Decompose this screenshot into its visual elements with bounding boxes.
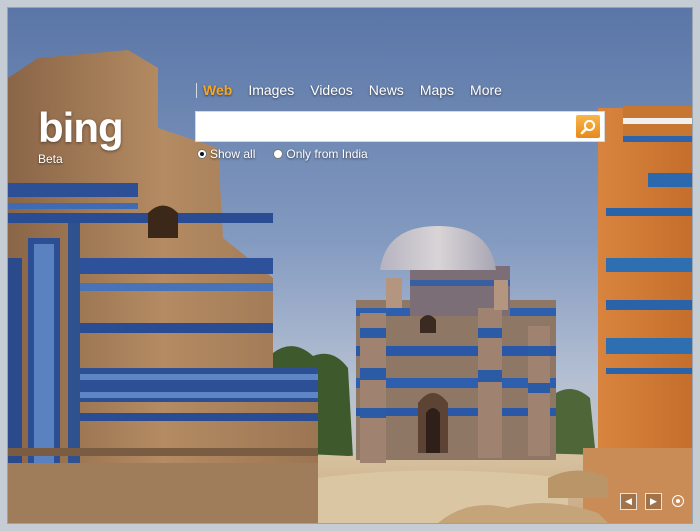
info-icon[interactable]: [672, 495, 684, 507]
scope-only-india-label: Only from India: [286, 147, 368, 161]
radio-only-india[interactable]: [273, 149, 284, 159]
nav-images[interactable]: Images: [248, 82, 294, 98]
scope-show-all[interactable]: Show all: [197, 147, 255, 161]
previous-image-button[interactable]: ◀: [620, 493, 637, 510]
nav-divider: [196, 82, 197, 98]
logo-beta-label: Beta: [38, 152, 63, 166]
search-input[interactable]: [202, 116, 566, 139]
nav-more[interactable]: More: [470, 82, 502, 98]
search-nav: Web Images Videos News Maps More: [196, 82, 518, 98]
nav-videos[interactable]: Videos: [310, 82, 353, 98]
radio-show-all[interactable]: [197, 149, 207, 159]
chevron-left-icon: ◀: [625, 496, 632, 506]
search-button[interactable]: [576, 115, 600, 138]
next-image-button[interactable]: ▶: [645, 493, 662, 510]
scope-show-all-label: Show all: [210, 147, 256, 161]
scope-only-india[interactable]: Only from India: [273, 147, 368, 161]
nav-maps[interactable]: Maps: [420, 82, 454, 98]
homepage-background: bing Beta Web Images Videos News Maps Mo…: [8, 8, 692, 523]
bing-logo: bing: [38, 104, 124, 151]
search-icon: [580, 119, 596, 135]
nav-news[interactable]: News: [369, 82, 404, 98]
search-scope: Show all Only from India: [197, 147, 386, 161]
nav-web[interactable]: Web: [203, 82, 232, 98]
search-box: [195, 111, 605, 142]
chevron-right-icon: ▶: [650, 496, 657, 506]
